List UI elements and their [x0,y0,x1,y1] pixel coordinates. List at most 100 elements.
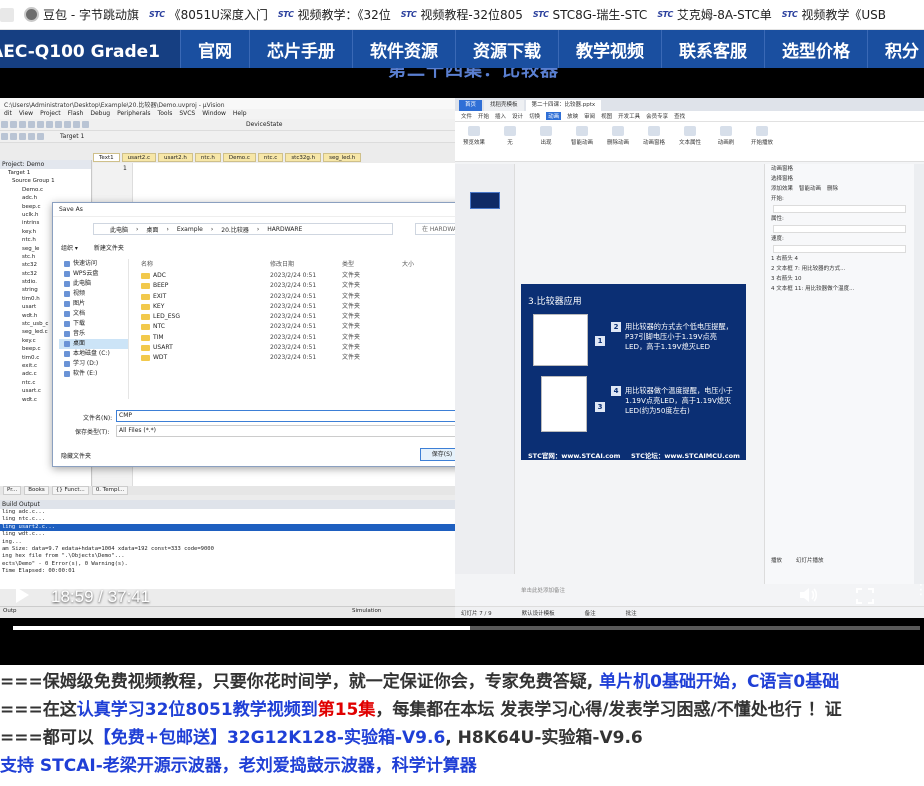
column-date[interactable]: 修改日期 [270,259,342,269]
volume-icon[interactable] [798,585,820,605]
ide-menu-item[interactable]: Tools [158,110,173,118]
column-name[interactable]: 名称 [139,259,270,269]
ribbon-button[interactable]: 无 [497,126,523,157]
bookmark-item[interactable]: 豆包 - 字节跳动旗 [20,0,147,29]
wps-menu-item[interactable]: 插入 [495,112,506,120]
ribbon-button[interactable]: 删除动画 [605,126,631,157]
anim-property-select[interactable] [773,225,906,233]
nav-item[interactable]: 联系客服 [661,30,764,68]
editor-tab[interactable]: seg_led.h [323,153,362,162]
bookmark-leading-icon[interactable] [0,7,14,22]
breadcrumb-item[interactable]: 此电脑 [110,225,128,234]
ide-menu-item[interactable]: SVCS [179,110,195,118]
editor-tab[interactable]: usart2.h [158,153,193,162]
ribbon-button[interactable]: 动画窗格 [641,126,667,157]
nav-pane-item[interactable]: 快速访问 [59,259,128,269]
panel-tab[interactable]: Books [24,486,49,495]
wps-menu-item[interactable]: 查找 [674,112,685,120]
editor-tab[interactable]: Demo.c [222,153,256,162]
wps-menu-item[interactable]: 文件 [461,112,472,120]
video-progress-bar[interactable] [13,626,920,630]
breadcrumb-item[interactable]: 20.比较器 [221,225,249,234]
output-tab[interactable]: Outp [3,608,16,614]
ide-menu-item[interactable]: dit [4,110,12,118]
anim-speed-select[interactable] [773,245,906,253]
delete-anim-button[interactable]: 删除 [827,184,838,194]
bookmark-item[interactable]: STC STC8G-瑞生-STC [533,0,655,29]
wps-menu-item[interactable]: 视图 [601,112,612,120]
editor-tab[interactable]: ntc.c [257,153,284,162]
play-icon[interactable] [16,587,29,603]
tree-item[interactable]: Target 1 [0,169,91,177]
nav-pane-item[interactable]: 图片 [59,299,128,309]
wps-menu-item[interactable]: 会员专享 [646,112,668,120]
breadcrumb-item[interactable]: 桌面 [146,225,158,234]
editor-tab[interactable]: stc32g.h [285,153,322,162]
nav-item[interactable]: 积分 [867,30,924,68]
more-icon[interactable]: ⋮ [914,583,924,597]
wps-menu-item[interactable]: 切换 [529,112,540,120]
animation-item[interactable]: 1 右箭头 4 [765,254,914,264]
nav-pane-item[interactable]: WPS云盘 [59,269,128,279]
ide-menu-item[interactable]: Debug [90,110,110,118]
bookmark-item[interactable]: STC 视频教程-32位805 [401,0,531,29]
ide-menu-item[interactable]: Project [40,110,61,118]
nav-pane-item[interactable]: 软件 (E:) [59,369,128,379]
nav-item[interactable]: 芯片手册 [249,30,352,68]
wps-menu-item[interactable]: 动画 [546,112,562,120]
hide-folders-toggle[interactable]: 隐藏文件夹 [61,451,91,460]
column-size[interactable]: 大小 [402,259,462,269]
smart-anim-button[interactable]: 智能动画 [799,184,821,194]
ribbon-button[interactable]: 文本属性 [677,126,703,157]
bookmark-item[interactable]: STC 视频教学：《32位 [278,0,399,29]
wps-menu-item[interactable]: 放映 [567,112,578,120]
tree-item[interactable]: Demo.c [0,186,91,194]
editor-tab[interactable]: usart2.c [121,153,157,162]
nav-pane-item[interactable]: 下载 [59,319,128,329]
organize-button[interactable]: 组织 ▾ [61,243,78,252]
column-type[interactable]: 类型 [342,259,402,269]
address-bar[interactable]: 此电脑 › 桌面 › Example › 20.比较器 › HARDWARE [93,223,393,235]
nav-pane-item[interactable]: 音乐 [59,329,128,339]
animation-item[interactable]: 2 文本框 7: 用比较器的方式... [765,264,914,274]
nav-pane-item[interactable]: 本地磁盘 (C:) [59,349,128,359]
animation-item[interactable]: 4 文本框 11: 用比较器做个温度... [765,284,914,294]
slideshow-button[interactable]: 幻灯片播放 [796,556,824,566]
nav-pane-item[interactable]: 桌面 [59,339,128,349]
nav-item[interactable]: 资源下载 [455,30,558,68]
select-pane-tab[interactable]: 选择窗格 [765,174,914,184]
ide-menu-item[interactable]: Flash [68,110,84,118]
anim-play-button[interactable]: 播放 [771,556,782,566]
bookmark-item[interactable]: STC 视频教学《USB [782,0,894,29]
panel-tab[interactable]: Pr... [3,486,22,495]
wps-tab[interactable]: 第二十四课：比较器.pptx [525,100,602,111]
panel-tab[interactable]: {} Funct... [51,486,89,495]
status-item[interactable]: 批注 [626,609,637,617]
bookmark-item[interactable]: STC 《8051U深度入门 [149,0,276,29]
wps-menu-item[interactable]: 开发工具 [618,112,640,120]
ribbon-button[interactable]: 预览效果 [461,126,487,157]
nav-banner[interactable]: 视 AEC-Q100 Grade1 [0,30,180,68]
panel-tab[interactable]: 0. Templ... [91,486,129,495]
nav-pane-item[interactable]: 文档 [59,309,128,319]
anim-start-select[interactable] [773,205,906,213]
video-player[interactable]: C:\Users\Administrator\Desktop\Example\2… [0,68,924,665]
breadcrumb-item[interactable]: Example [177,226,203,233]
animation-item[interactable]: 3 右箭头 10 [765,274,914,284]
status-item[interactable]: 备注 [585,609,596,617]
nav-pane-item[interactable]: 视频 [59,289,128,299]
ide-menu-item[interactable]: Help [233,110,247,118]
bookmark-item[interactable]: STC 艾克姆-8A-STC单 [657,0,779,29]
wps-menu-item[interactable]: 审阅 [584,112,595,120]
nav-pane-item[interactable]: 此电脑 [59,279,128,289]
add-effect-button[interactable]: 添加效果 [771,184,793,194]
ribbon-button[interactable]: 智能动画 [569,126,595,157]
ide-menu-item[interactable]: Window [202,110,226,118]
fullscreen-icon[interactable] [856,588,874,604]
slide-thumbnail[interactable] [470,192,500,209]
ribbon-button[interactable]: 开始播放 [749,126,775,157]
wps-tab[interactable]: 找稻壳模板 [484,100,524,111]
wps-menu-item[interactable]: 开始 [478,112,489,120]
ribbon-button[interactable]: 动画刷 [713,126,739,157]
target-select[interactable]: Target 1 [60,133,84,140]
